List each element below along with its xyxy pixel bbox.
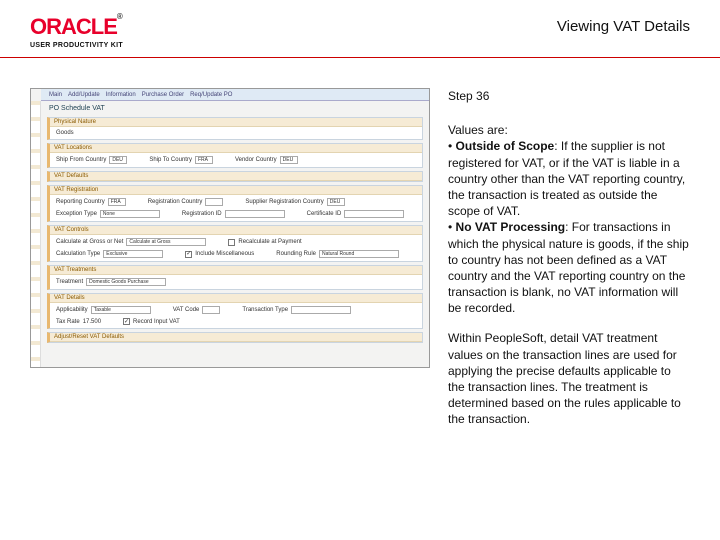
intro-text: Values are: [448, 123, 508, 137]
tab[interactable]: Purchase Order [142, 92, 184, 98]
label: VAT Code [173, 307, 200, 313]
section-head: VAT Treatments [50, 266, 422, 275]
section-vat-registration: VAT Registration Reporting CountryFRA Re… [47, 185, 423, 222]
rounding-select[interactable]: Natural Round [319, 250, 399, 258]
section-vat-defaults: VAT Defaults [47, 171, 423, 182]
reg-country-input[interactable] [205, 198, 223, 206]
step-number: Step 36 [448, 88, 690, 104]
reg-id-input[interactable] [225, 210, 285, 218]
reporting-input[interactable]: FRA [108, 198, 126, 206]
vendor-country-input[interactable]: DEU [280, 156, 298, 164]
cert-input[interactable] [344, 210, 404, 218]
screenshot-column: Main Add/Update Information Purchase Ord… [30, 88, 430, 368]
app-screenshot: Main Add/Update Information Purchase Ord… [30, 88, 430, 368]
label: Include Miscellaneous [195, 251, 254, 257]
brand-text: ORACLE [30, 14, 117, 39]
txn-type-input[interactable] [291, 306, 351, 314]
exception-input[interactable]: None [100, 210, 160, 218]
tab[interactable]: Req/Update PO [190, 92, 232, 98]
vat-code-input[interactable] [202, 306, 220, 314]
supplier-reg-input[interactable]: DEU [327, 198, 345, 206]
ship-from-input[interactable]: DEU [109, 156, 127, 164]
label: Applicability [56, 307, 88, 313]
label: Reporting Country [56, 199, 105, 205]
oracle-logo: ORACLE® [30, 14, 123, 40]
label: Calculation Type [56, 251, 100, 257]
section-adjust-reset: Adjust/Reset VAT Defaults [47, 332, 423, 343]
tab[interactable]: Information [106, 92, 136, 98]
bullet-label: No VAT Processing [456, 220, 566, 234]
section-head: Physical Nature [50, 118, 422, 127]
tab[interactable]: Add/Update [68, 92, 100, 98]
bullet-text: : For transactions in which the physical… [448, 220, 689, 315]
section-head: VAT Controls [50, 226, 422, 235]
section-vat-controls: VAT Controls Calculate at Gross or NetCa… [47, 225, 423, 262]
label: Treatment [56, 279, 83, 285]
section-physical-nature: Physical Nature Goods [47, 117, 423, 140]
content-row: Main Add/Update Information Purchase Ord… [0, 58, 720, 452]
label: Tax Rate [56, 319, 80, 325]
include-checkbox[interactable]: ✓ [185, 251, 192, 258]
section-head: VAT Locations [50, 144, 422, 153]
page-title: Viewing VAT Details [557, 18, 690, 35]
header: ORACLE® USER PRODUCTIVITY KIT Viewing VA… [0, 0, 720, 58]
label: Rounding Rule [276, 251, 316, 257]
label: Recalculate at Payment [238, 239, 301, 245]
calc-type-select[interactable]: Exclusive [103, 250, 163, 258]
bullet-label: Outside of Scope [456, 139, 555, 153]
ship-to-input[interactable]: FRA [195, 156, 213, 164]
label: Certificate ID [307, 211, 342, 217]
label: Calculate at Gross or Net [56, 239, 123, 245]
tax-rate-text: 17.500 [83, 319, 101, 325]
label: Registration Country [148, 199, 203, 205]
label: Vendor Country [235, 157, 277, 163]
section-vat-locations: VAT Locations Ship From CountryDEU Ship … [47, 143, 423, 168]
calc-gross-select[interactable]: Calculate at Gross [126, 238, 206, 246]
section-vat-treatments: VAT Treatments TreatmentDomestic Goods P… [47, 265, 423, 290]
recalc-checkbox[interactable] [228, 239, 235, 246]
value-text: Goods [56, 130, 74, 136]
applicability-select[interactable]: Taxable [91, 306, 151, 314]
explanation-paragraph: Within PeopleSoft, detail VAT treatment … [448, 330, 690, 427]
screen-title: PO Schedule VAT [41, 101, 429, 114]
section-head: VAT Defaults [50, 172, 422, 181]
record-input-checkbox[interactable]: ✓ [123, 318, 130, 325]
label: Exception Type [56, 211, 97, 217]
tab[interactable]: Main [49, 92, 62, 98]
treatment-select[interactable]: Domestic Goods Purchase [86, 278, 166, 286]
label: Record Input VAT [133, 319, 180, 325]
label: Supplier Registration Country [245, 199, 323, 205]
label: Registration ID [182, 211, 222, 217]
app-tabbar: Main Add/Update Information Purchase Ord… [41, 89, 429, 101]
label: Ship From Country [56, 157, 106, 163]
label: Transaction Type [242, 307, 288, 313]
label: Ship To Country [149, 157, 192, 163]
instruction-column: Step 36 Values are: • Outside of Scope: … [430, 88, 690, 442]
section-vat-details: VAT Details ApplicabilityTaxable VAT Cod… [47, 293, 423, 329]
logo-area: ORACLE® USER PRODUCTIVITY KIT [30, 14, 123, 49]
section-head: VAT Details [50, 294, 422, 303]
section-head: VAT Registration [50, 186, 422, 195]
upk-text: USER PRODUCTIVITY KIT [30, 42, 123, 49]
values-paragraph: Values are: • Outside of Scope: If the s… [448, 122, 690, 316]
section-head: Adjust/Reset VAT Defaults [50, 333, 422, 342]
left-strip-decoration [31, 101, 41, 367]
